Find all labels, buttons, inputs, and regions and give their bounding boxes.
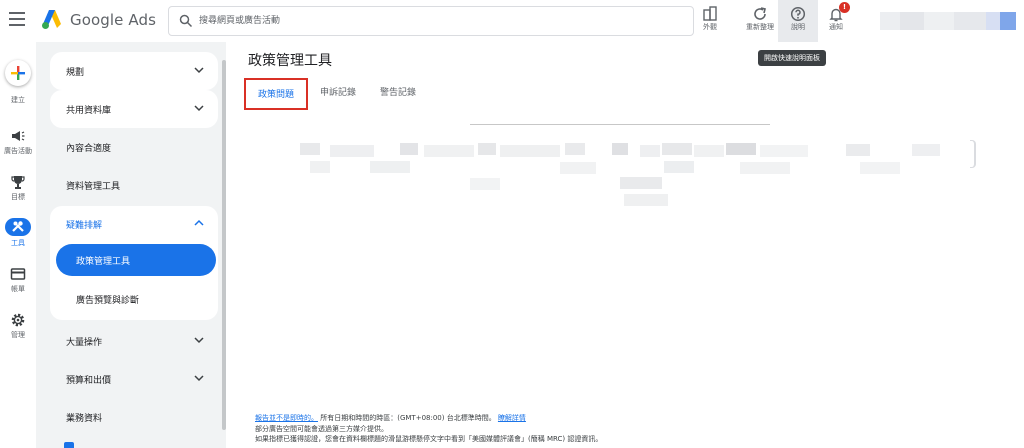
footer-line-1: 報告並不是即時的。 所有日期和時間的時區：(GMT+08:00) 台北標準時間。… <box>255 413 955 424</box>
google-ads-logo-icon <box>42 10 61 29</box>
search-icon <box>179 14 193 28</box>
rail-campaigns-label: 廣告活動 <box>4 147 32 155</box>
sidebar-group-troubleshooting: 疑難排解 政策管理工具 廣告預覽與診斷 <box>50 206 218 320</box>
tab-warning-history[interactable]: 警告記錄 <box>380 78 416 110</box>
sidebar-scrollbar[interactable] <box>222 60 226 430</box>
rail-goals-label: 目標 <box>11 193 25 201</box>
account-info-redacted[interactable] <box>880 12 1016 30</box>
chevron-down-icon <box>194 375 204 382</box>
chevron-down-icon <box>194 67 204 74</box>
rail-billing-label: 帳單 <box>11 285 25 293</box>
refresh-button[interactable]: 重新整理 <box>740 0 780 42</box>
sidebar-item-shared-library[interactable]: 共用資料庫 <box>50 90 218 128</box>
rail-create-label: 建立 <box>11 96 25 104</box>
plus-icon <box>11 66 25 80</box>
footer-line-2: 部分廣告空間可能會透過第三方媒介提供。 <box>255 424 388 433</box>
sidebar-content-suitability-label: 內容合適度 <box>66 144 112 154</box>
appearance-label: 外觀 <box>703 23 717 31</box>
sidebar-item-bulk-actions[interactable]: 大量操作 <box>50 322 218 360</box>
sidebar-item-business-data[interactable]: 業務資料 <box>50 398 218 436</box>
rail-admin-label: 管理 <box>11 331 25 339</box>
refresh-icon <box>754 7 766 20</box>
appearance-button[interactable]: 外觀 <box>690 0 730 42</box>
footer-line-3: 如果指標已獲得認證，您會在資料欄標題的滑鼠游標懸停文字中看到「美國媒體評議會」(… <box>255 435 603 443</box>
hamburger-menu-icon[interactable] <box>9 12 25 26</box>
sidebar-policy-manager-label: 政策管理工具 <box>76 257 131 267</box>
help-label: 說明 <box>791 23 805 31</box>
create-button[interactable] <box>5 60 31 86</box>
footer-learn-more-link[interactable]: 瞭解詳情 <box>498 414 526 422</box>
footer-notes: 報告並不是即時的。 所有日期和時間的時區：(GMT+08:00) 台北標準時間。… <box>255 413 955 445</box>
tab-policy-issues[interactable]: 政策問題 <box>244 78 309 110</box>
sidebar-data-manager-label: 資料管理工具 <box>66 182 121 192</box>
brand-name: Google Ads <box>70 11 156 29</box>
sidebar-item-planning[interactable]: 規劃 <box>50 52 218 90</box>
chevron-down-icon <box>194 105 204 112</box>
sidebar-bulk-actions-label: 大量操作 <box>66 338 103 348</box>
sidebar-item-content-suitability[interactable]: 內容合適度 <box>50 128 218 166</box>
gear-icon <box>11 313 25 327</box>
footer-timezone-text: 所有日期和時間的時區：(GMT+08:00) 台北標準時間。 <box>320 414 496 422</box>
content-edge-marker <box>970 140 976 168</box>
rail-tools-label: 工具 <box>11 239 25 247</box>
search-input[interactable] <box>199 12 679 30</box>
megaphone-icon <box>12 131 25 141</box>
content-divider <box>470 124 770 125</box>
credit-card-icon <box>10 268 26 280</box>
sidebar-business-data-label: 業務資料 <box>66 414 103 424</box>
sidebar-troubleshooting-label[interactable]: 疑難排解 <box>66 218 102 231</box>
sidebar-planning-label: 規劃 <box>66 68 85 78</box>
sidebar-checkbox[interactable] <box>64 442 74 448</box>
notification-badge: ! <box>839 2 850 13</box>
sidebar-budgets-bidding-label: 預算和出價 <box>66 376 112 386</box>
left-rail: 建立 廣告活動 目標 工具 帳單 管理 <box>0 42 36 448</box>
sidebar-item-policy-manager[interactable]: 政策管理工具 <box>56 244 216 276</box>
chevron-down-icon <box>194 337 204 344</box>
sidebar-item-ad-preview[interactable]: 廣告預覽與診斷 <box>76 293 139 306</box>
tools-icon <box>12 221 24 232</box>
notifications-label: 通知 <box>829 23 843 31</box>
refresh-label: 重新整理 <box>746 23 774 31</box>
tab-appeal-history[interactable]: 申訴記錄 <box>320 78 356 110</box>
help-tooltip: 開啟快速說明面板 <box>758 50 826 66</box>
footer-report-link[interactable]: 報告並不是即時的。 <box>255 414 318 422</box>
help-icon <box>790 6 806 22</box>
appearance-icon <box>703 6 717 21</box>
search-box[interactable] <box>168 6 694 36</box>
sidebar-shared-library-label: 共用資料庫 <box>66 106 112 116</box>
sidebar-item-budgets-bidding[interactable]: 預算和出價 <box>50 360 218 398</box>
notifications-button[interactable]: ! 通知 <box>816 0 856 42</box>
chevron-up-icon[interactable] <box>194 219 204 227</box>
trophy-icon <box>11 176 25 189</box>
help-button[interactable]: 說明 <box>778 0 818 42</box>
sidebar-item-data-manager[interactable]: 資料管理工具 <box>50 166 218 204</box>
tools-sidebar: 規劃 共用資料庫 內容合適度 資料管理工具 疑難排解 政策管理工具 廣告預覽與診… <box>36 42 226 448</box>
top-bar: Google Ads 外觀 重新整理 說明 ! <box>0 0 1024 66</box>
page-title: 政策管理工具 <box>248 53 332 69</box>
